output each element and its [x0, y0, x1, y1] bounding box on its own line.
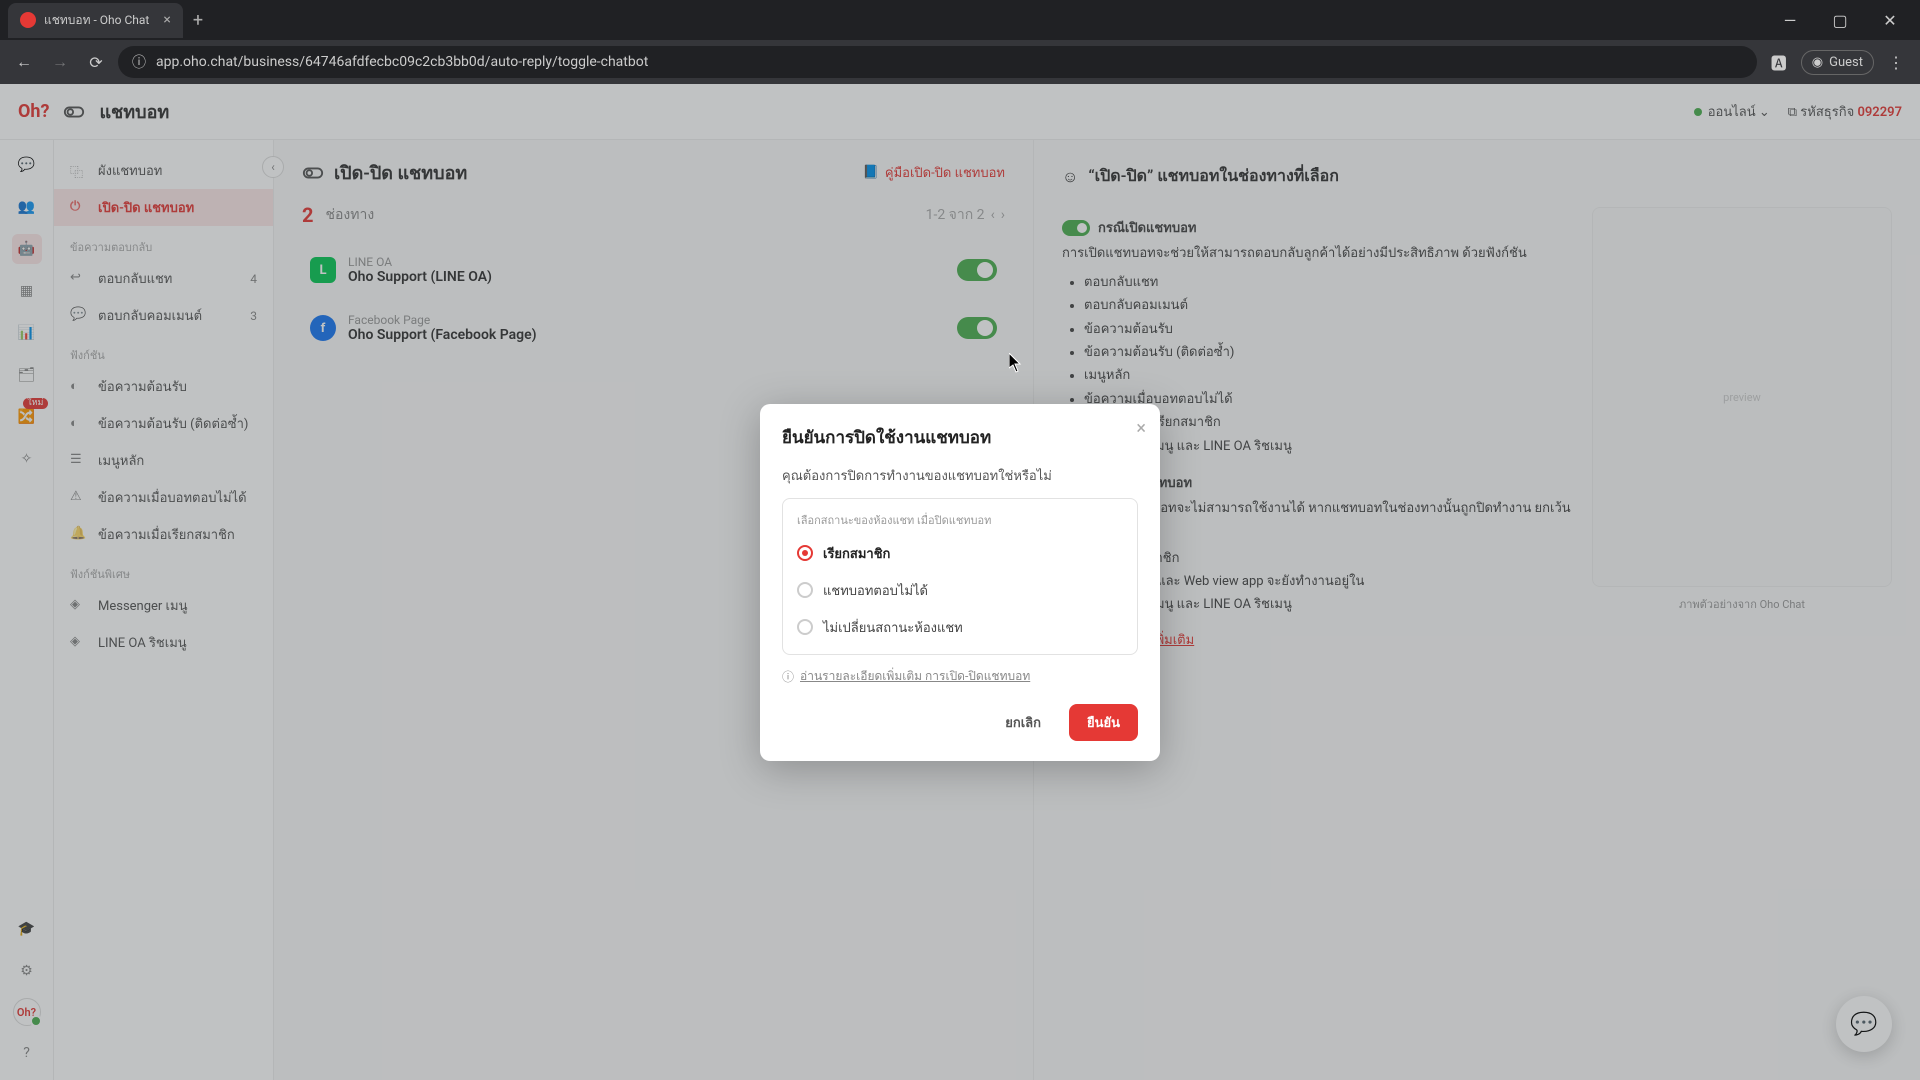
new-tab-button[interactable]: +	[183, 10, 213, 31]
maximize-button[interactable]: ▢	[1818, 5, 1862, 35]
option-heading: เลือกสถานะของห้องแชท เมื่อปิดแชทบอท	[783, 507, 1137, 535]
confirm-modal: × ยืนยันการปิดใช้งานแชทบอท คุณต้องการปิด…	[760, 404, 1160, 761]
modal-note: ⓘ อ่านรายละเอียดเพิ่มเติม การเปิด-ปิดแชทบ…	[782, 667, 1138, 686]
modal-overlay[interactable]: × ยืนยันการปิดใช้งานแชทบอท คุณต้องการปิด…	[0, 84, 1920, 1080]
forward-button[interactable]: →	[46, 48, 74, 76]
menu-icon[interactable]: ⋮	[1882, 48, 1910, 76]
guest-label: Guest	[1829, 55, 1863, 70]
browser-toolbar: ← → ⟳ ⓘ app.oho.chat/business/64746afdfe…	[0, 40, 1920, 84]
radio-option-call-staff[interactable]: เรียกสมาชิก	[783, 535, 1137, 572]
browser-chrome: แชทบอท - Oho Chat × + — ▢ ✕ ← → ⟳ ⓘ app.…	[0, 0, 1920, 84]
person-icon: ◉	[1812, 55, 1823, 70]
close-window-button[interactable]: ✕	[1868, 5, 1912, 35]
info-icon: ⓘ	[782, 668, 794, 685]
option-box: เลือกสถานะของห้องแชท เมื่อปิดแชทบอท เรีย…	[782, 498, 1138, 655]
translate-icon[interactable]: 🅰	[1765, 48, 1793, 76]
site-info-icon[interactable]: ⓘ	[132, 52, 146, 72]
tab-bar: แชทบอท - Oho Chat × + — ▢ ✕	[0, 0, 1920, 40]
cancel-button[interactable]: ยกเลิก	[987, 704, 1059, 741]
radio-option-keep[interactable]: ไม่เปลี่ยนสถานะห้องแชท	[783, 609, 1137, 646]
minimize-button[interactable]: —	[1768, 5, 1812, 35]
window-controls: — ▢ ✕	[1768, 5, 1912, 35]
modal-desc: คุณต้องการปิดการทำงานของแชทบอทใช่หรือไม่	[782, 465, 1138, 486]
radio-icon	[797, 619, 813, 635]
radio-option-no-reply[interactable]: แชทบอทตอบไม่ได้	[783, 572, 1137, 609]
browser-tab[interactable]: แชทบอท - Oho Chat ×	[8, 3, 183, 38]
modal-title: ยืนยันการปิดใช้งานแชทบอท	[782, 424, 1138, 451]
modal-close-button[interactable]: ×	[1136, 418, 1146, 439]
close-tab-icon[interactable]: ×	[163, 12, 170, 28]
radio-icon	[797, 582, 813, 598]
confirm-button[interactable]: ยืนยัน	[1069, 704, 1138, 741]
favicon-icon	[20, 12, 36, 28]
address-bar[interactable]: ⓘ app.oho.chat/business/64746afdfecbc09c…	[118, 46, 1757, 78]
app-root: Oh? แชทบอท ออนไลน์ ⌄ ⧉ รหัสธุรกิจ 092297…	[0, 84, 1920, 1080]
radio-icon	[797, 545, 813, 561]
reload-button[interactable]: ⟳	[82, 48, 110, 76]
back-button[interactable]: ←	[10, 48, 38, 76]
url-text: app.oho.chat/business/64746afdfecbc09c2c…	[156, 54, 648, 70]
modal-note-link[interactable]: อ่านรายละเอียดเพิ่มเติม การเปิด-ปิดแชทบอ…	[800, 667, 1030, 686]
profile-button[interactable]: ◉ Guest	[1801, 50, 1874, 75]
tab-title: แชทบอท - Oho Chat	[44, 11, 149, 30]
